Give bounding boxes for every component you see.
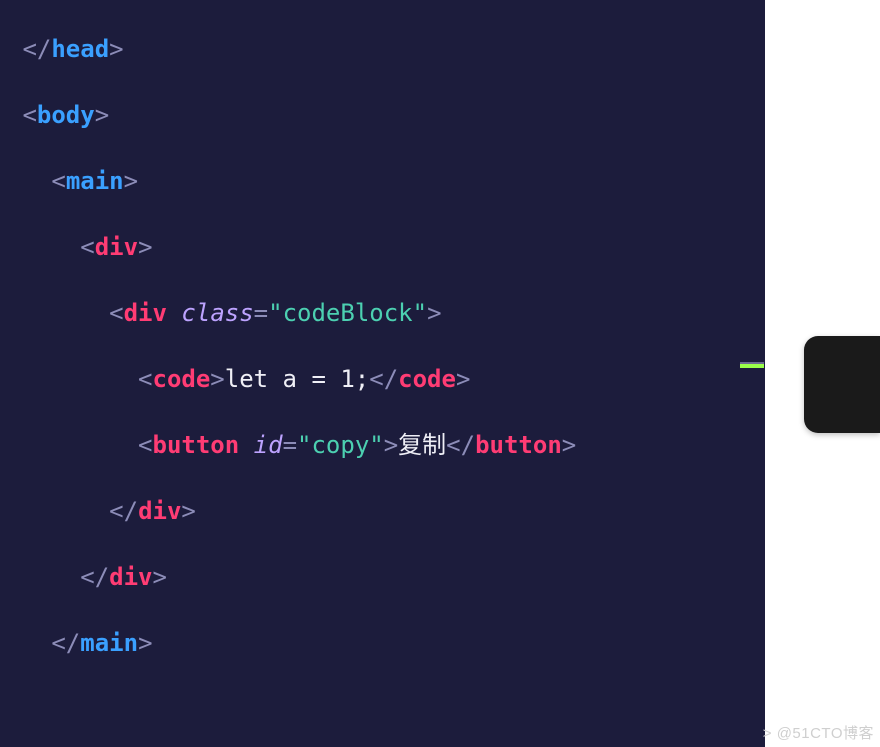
head-close-tag: head xyxy=(51,35,109,63)
main-close-tag: main xyxy=(80,629,138,657)
copy-id-value: "copy" xyxy=(297,431,384,459)
code-open-tag: code xyxy=(153,365,211,393)
id-attr: id xyxy=(254,431,283,459)
div-inner-open-tag: div xyxy=(124,299,167,327)
code-literal: let a = 1; xyxy=(225,365,370,393)
class-attr: class xyxy=(181,299,253,327)
button-open-tag: button xyxy=(153,431,240,459)
code-close-tag: code xyxy=(398,365,456,393)
body-open-tag: body xyxy=(37,101,95,129)
div-close-tag: div xyxy=(109,563,152,591)
codeblock-class-value: "codeBlock" xyxy=(268,299,427,327)
button-label: 复制 xyxy=(398,431,446,459)
code-editor[interactable]: </head> <body> <main> <div> <div class="… xyxy=(0,0,765,747)
main-open-tag: main xyxy=(66,167,124,195)
watermark: > @51CTO博客 xyxy=(763,722,874,743)
div-open-tag: div xyxy=(95,233,138,261)
button-close-tag: button xyxy=(475,431,562,459)
preview-panel: le xyxy=(804,336,880,433)
scrollbar-marker xyxy=(740,364,764,368)
div-inner-close-tag: div xyxy=(138,497,181,525)
